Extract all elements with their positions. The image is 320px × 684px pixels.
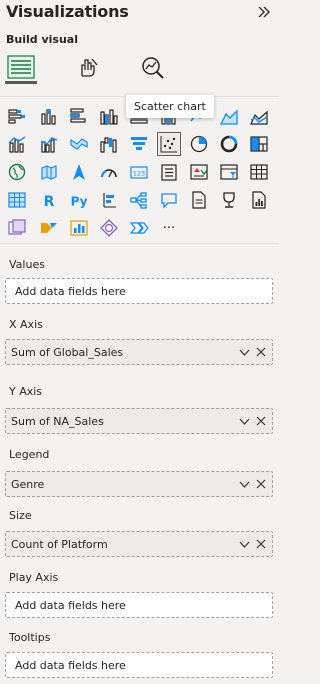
donut-chart-icon[interactable] xyxy=(218,133,240,155)
azure-map-icon[interactable] xyxy=(68,161,90,183)
funnel-chart-icon[interactable] xyxy=(128,133,150,155)
legend-label: Legend xyxy=(9,448,50,461)
play-axis-well[interactable]: Add data fields here xyxy=(5,592,273,618)
card-icon[interactable]: 123 xyxy=(128,161,150,183)
x-axis-field: Sum of Global_Sales xyxy=(11,346,124,359)
slicer-icon[interactable] xyxy=(218,161,240,183)
stacked-column-chart-icon[interactable] xyxy=(38,105,60,127)
line-clustered-column-chart-icon[interactable] xyxy=(38,133,60,155)
gauge-icon[interactable] xyxy=(98,161,120,183)
filled-map-icon[interactable] xyxy=(38,161,60,183)
ribbon-chart-icon[interactable] xyxy=(68,133,90,155)
size-field: Count of Platform xyxy=(11,538,108,551)
pane-title: Visualizations xyxy=(6,2,129,21)
chevron-visual-icon[interactable] xyxy=(128,217,150,239)
map-icon[interactable] xyxy=(6,161,28,183)
r-script-visual-icon[interactable]: R xyxy=(38,189,60,211)
values-placeholder: Add data fields here xyxy=(15,285,126,298)
pane-header: Visualizations xyxy=(0,0,279,30)
stacked-bar-chart-icon[interactable] xyxy=(6,105,28,127)
values-well[interactable]: Add data fields here xyxy=(5,278,273,304)
goals-icon[interactable] xyxy=(218,189,240,211)
format-visual-icon[interactable] xyxy=(72,52,104,84)
table-icon[interactable] xyxy=(248,161,270,183)
values-label: Values xyxy=(9,258,45,271)
scatter-chart-icon[interactable] xyxy=(157,132,181,156)
clustered-column-chart-icon[interactable] xyxy=(98,105,120,127)
power-apps-icon[interactable] xyxy=(6,217,28,239)
remove-field-icon[interactable] xyxy=(256,347,266,357)
build-visual-label: Build visual xyxy=(6,33,78,46)
custom-visual-icon[interactable] xyxy=(68,217,90,239)
matrix-icon[interactable] xyxy=(6,189,28,211)
pie-chart-icon[interactable] xyxy=(188,133,210,155)
play-axis-label: Play Axis xyxy=(9,571,59,584)
stacked-area-chart-icon[interactable] xyxy=(248,105,270,127)
y-axis-well[interactable]: Sum of NA_Sales xyxy=(5,408,273,434)
key-influencers-icon[interactable] xyxy=(98,189,120,211)
size-well[interactable]: Count of Platform xyxy=(5,531,273,557)
legend-field: Genre xyxy=(11,478,45,491)
waterfall-chart-icon[interactable] xyxy=(98,133,120,155)
decomposition-tree-icon[interactable] xyxy=(128,189,150,211)
chevron-down-icon[interactable] xyxy=(239,479,250,490)
more-visuals-icon[interactable]: ··· xyxy=(158,217,180,239)
treemap-icon[interactable] xyxy=(248,133,270,155)
x-axis-label: X Axis xyxy=(9,318,43,331)
remove-field-icon[interactable] xyxy=(256,416,266,426)
y-axis-field: Sum of NA_Sales xyxy=(11,415,104,428)
chevron-down-icon[interactable] xyxy=(239,347,250,358)
paginated-report-icon[interactable] xyxy=(248,189,270,211)
smart-narrative-icon[interactable] xyxy=(188,189,210,211)
arcgis-icon[interactable] xyxy=(98,217,120,239)
chevron-down-icon[interactable] xyxy=(239,539,250,550)
remove-field-icon[interactable] xyxy=(256,539,266,549)
play-axis-placeholder: Add data fields here xyxy=(15,599,126,612)
tooltips-well[interactable]: Add data fields here xyxy=(5,652,273,678)
double-chevron-right-icon[interactable] xyxy=(256,4,272,20)
qna-icon[interactable] xyxy=(158,189,180,211)
tooltips-placeholder: Add data fields here xyxy=(15,659,126,672)
size-label: Size xyxy=(9,509,32,522)
multi-row-card-icon[interactable] xyxy=(158,161,180,183)
tooltips-label: Tooltips xyxy=(9,631,51,644)
x-axis-well[interactable]: Sum of Global_Sales xyxy=(5,339,273,365)
analytics-magnifier-icon[interactable] xyxy=(137,52,169,84)
chevron-down-icon[interactable] xyxy=(239,416,250,427)
legend-well[interactable]: Genre xyxy=(5,471,273,497)
y-axis-label: Y Axis xyxy=(9,385,43,398)
scatter-chart-tooltip: Scatter chart xyxy=(126,95,214,118)
card-label: 123 xyxy=(133,170,145,178)
kpi-icon[interactable] xyxy=(188,161,210,183)
build-visual-fields-icon[interactable] xyxy=(5,52,37,84)
power-automate-icon[interactable] xyxy=(38,217,60,239)
py-label: Py xyxy=(71,195,88,209)
python-visual-icon[interactable]: Py xyxy=(68,189,90,211)
line-stacked-column-chart-icon[interactable] xyxy=(6,133,28,155)
area-chart-icon[interactable] xyxy=(218,105,240,127)
clustered-bar-chart-icon[interactable] xyxy=(68,105,90,127)
r-label: R xyxy=(44,194,55,210)
gallery-divider xyxy=(0,243,279,244)
remove-field-icon[interactable] xyxy=(256,479,266,489)
